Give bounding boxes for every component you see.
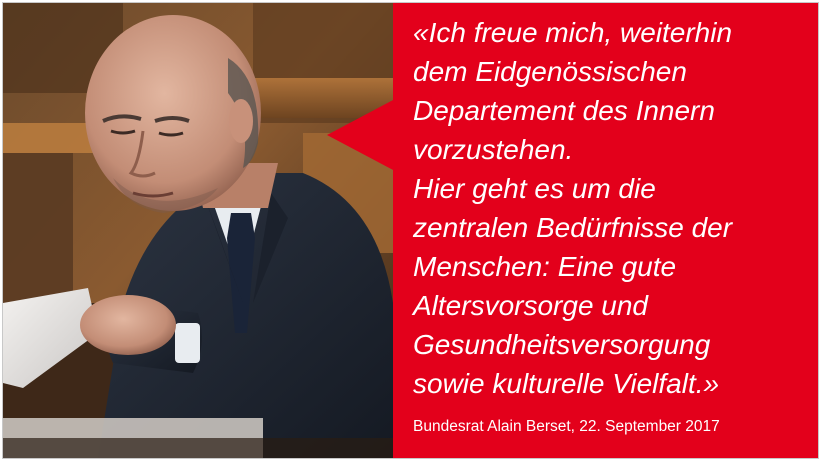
hand [80, 295, 176, 355]
speech-pointer [327, 99, 395, 171]
photo [3, 3, 403, 458]
quote-attribution: Bundesrat Alain Berset, 22. September 20… [413, 418, 720, 435]
portrait-illustration [3, 3, 403, 458]
shirt-cuff [175, 323, 200, 363]
quote-card: «Ich freue mich, weiterhin dem Eidgenöss… [0, 0, 823, 463]
card-frame: «Ich freue mich, weiterhin dem Eidgenöss… [2, 2, 819, 459]
quote-text: «Ich freue mich, weiterhin dem Eidgenöss… [413, 17, 733, 399]
